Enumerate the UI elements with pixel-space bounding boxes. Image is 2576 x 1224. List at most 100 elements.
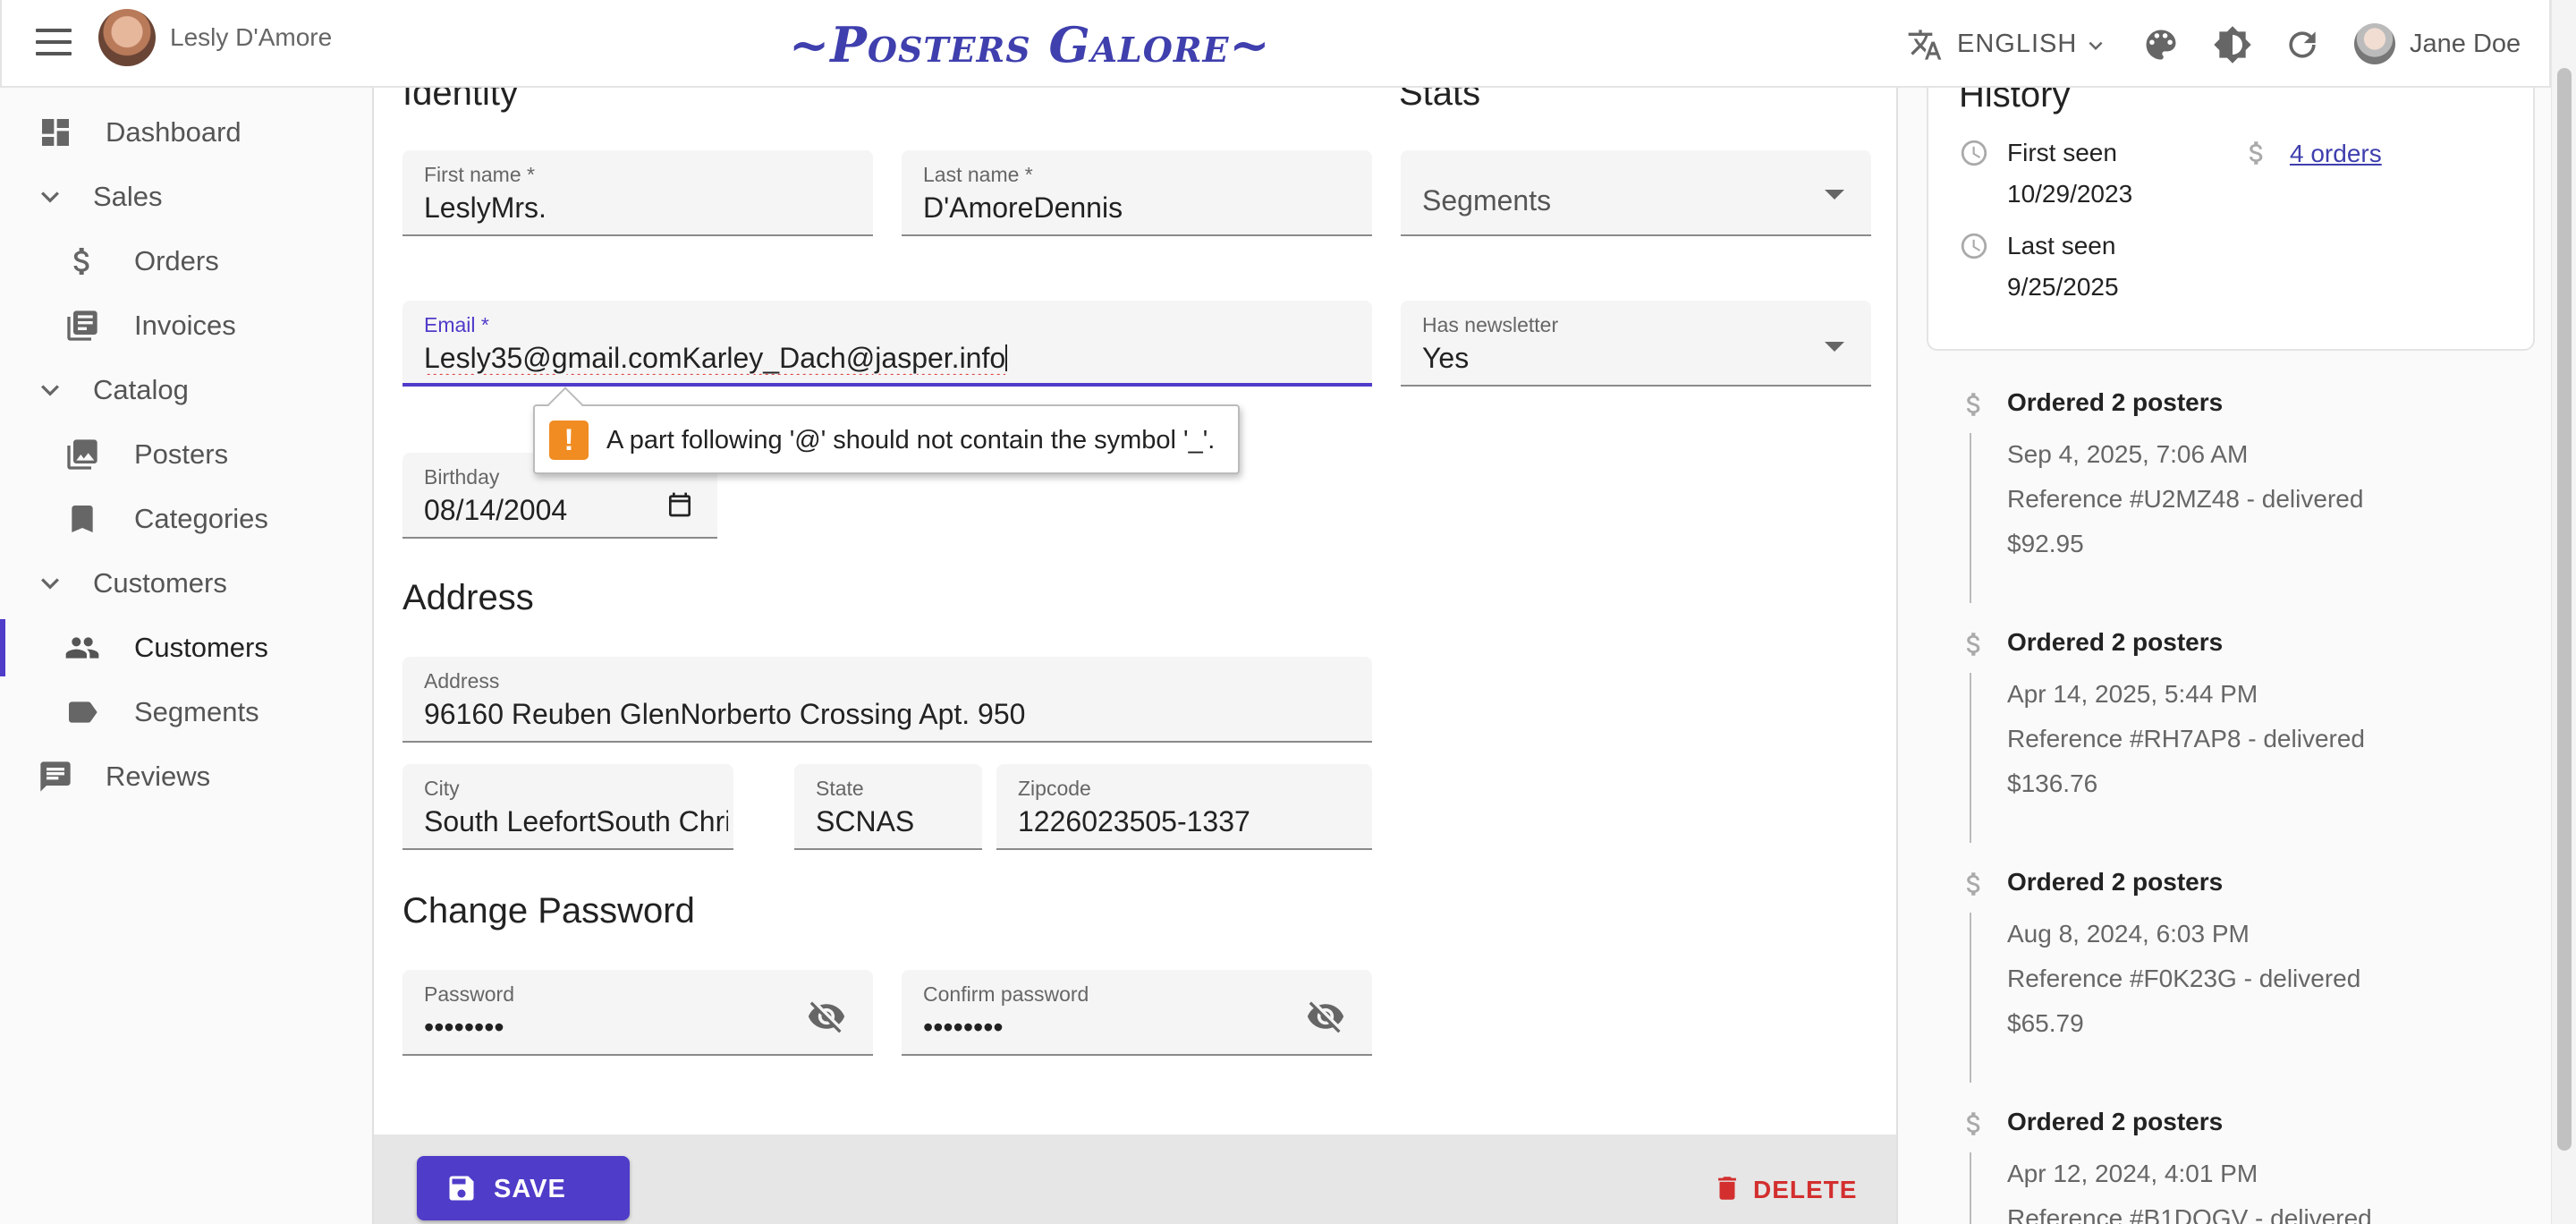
dropdown-arrow-icon[interactable] (1825, 342, 1844, 352)
menu-icon[interactable] (36, 29, 72, 57)
email-label: Email * (424, 313, 489, 336)
zipcode-value[interactable]: 1226023505-1337 (1018, 805, 1250, 838)
password-field[interactable]: Password •••••••• (402, 970, 873, 1056)
event-reference[interactable]: Reference #U2MZ48 - delivered (2007, 485, 2363, 514)
event-title: Ordered 2 posters (2007, 628, 2224, 656)
email-field[interactable]: Email * Lesly35@gmail.comKarley_Dach@jas… (402, 301, 1372, 387)
customer-avatar (98, 9, 156, 66)
newsletter-value: Yes (1422, 342, 1470, 374)
sidebar-item-label: Invoices (134, 310, 236, 341)
dollar-icon (73, 248, 89, 275)
sidebar-group-customers[interactable]: Customers (0, 551, 372, 616)
first-name-value[interactable]: LeslyMrs. (424, 191, 547, 225)
event-date: Apr 12, 2024, 4:01 PM (2007, 1160, 2258, 1187)
event-reference[interactable]: Reference #RH7AP8 - delivered (2007, 725, 2365, 753)
chevron-down-icon (41, 385, 59, 396)
clock-icon (1961, 233, 1987, 259)
password-label: Password (424, 982, 514, 1006)
password-value[interactable]: •••••••• (424, 1011, 504, 1044)
scrollbar-thumb[interactable] (2557, 68, 2572, 1151)
dollar-icon (1966, 1112, 1980, 1135)
bookmark-icon (72, 506, 93, 532)
confirm-password-value[interactable]: •••••••• (923, 1011, 1004, 1044)
state-label: State (816, 777, 864, 800)
event-reference[interactable]: Reference #F0K23G - delivered (2007, 965, 2360, 993)
event-title: Ordered 2 posters (2007, 1108, 2224, 1135)
visibility-off-icon[interactable] (1306, 997, 1345, 1036)
event-date: Aug 8, 2024, 6:03 PM (2007, 920, 2250, 948)
sidebar-item-reviews[interactable]: Reviews (0, 744, 372, 809)
visibility-off-icon[interactable] (807, 997, 846, 1036)
event-reference[interactable]: Reference #B1DQGV - delivered (2007, 1204, 2372, 1224)
newsletter-select[interactable]: Has newsletter Yes (1401, 301, 1871, 387)
chevron-down-icon (41, 578, 59, 590)
dashboard-icon (42, 119, 69, 146)
sidebar-item-label: Sales (93, 181, 163, 212)
user-name[interactable]: Jane Doe (2410, 30, 2521, 59)
timeline-connector (1970, 913, 1971, 1083)
sidebar-item-segments[interactable]: Segments (0, 680, 372, 744)
user-avatar[interactable] (2354, 23, 2395, 64)
last-name-field[interactable]: Last name * D'AmoreDennis (902, 150, 1372, 236)
sidebar-item-label: Reviews (106, 761, 211, 792)
newsletter-label: Has newsletter (1422, 313, 1559, 336)
page-scrollbar[interactable] (2551, 0, 2576, 1224)
palette-icon[interactable] (2141, 25, 2181, 64)
confirm-password-label: Confirm password (923, 982, 1089, 1006)
timeline-connector (1970, 1152, 1971, 1224)
sidebar-item-invoices[interactable]: Invoices (0, 293, 372, 358)
sidebar-group-catalog[interactable]: Catalog (0, 358, 372, 422)
city-value[interactable]: South LeefortSouth Christ (424, 805, 728, 838)
brand-title: ~Posters Galore~ (789, 16, 1271, 73)
sidebar-item-orders[interactable]: Orders (0, 229, 372, 293)
state-value[interactable]: SCNAS (816, 805, 914, 838)
chevron-down-icon[interactable] (2082, 32, 2109, 59)
clock-icon (1961, 140, 1987, 166)
dollar-icon (1966, 872, 1980, 896)
first-name-label: First name * (424, 163, 535, 186)
zipcode-label: Zipcode (1018, 777, 1091, 800)
history-event: Ordered 2 posters Aug 8, 2024, 6:03 PM R… (1959, 866, 2531, 1093)
brightness-icon[interactable] (2213, 25, 2252, 64)
event-amount: $136.76 (2007, 769, 2098, 797)
save-label: SAVE (494, 1175, 566, 1203)
event-date: Sep 4, 2025, 7:06 AM (2007, 440, 2249, 468)
state-field[interactable]: State SCNAS (794, 764, 982, 850)
save-button[interactable]: SAVE (417, 1156, 630, 1220)
sidebar-item-categories[interactable]: Categories (0, 487, 372, 551)
refresh-icon[interactable] (2283, 25, 2322, 64)
sidebar-item-customers[interactable]: Customers (0, 616, 372, 680)
event-amount: $65.79 (2007, 1009, 2084, 1037)
delete-label: DELETE (1753, 1176, 1858, 1203)
calendar-icon[interactable] (665, 490, 694, 519)
delete-button[interactable]: DELETE (1712, 1170, 1873, 1215)
birthday-label: Birthday (424, 465, 500, 489)
orders-link[interactable]: 4 orders (2290, 140, 2382, 168)
first-name-field[interactable]: First name * LeslyMrs. (402, 150, 873, 236)
sidebar-group-sales[interactable]: Sales (0, 165, 372, 229)
language-selector[interactable]: ENGLISH (1957, 30, 2077, 59)
birthday-value[interactable]: 08/14/2004 (424, 494, 567, 527)
sidebar-item-label: Dashboard (106, 116, 242, 148)
last-name-value[interactable]: D'AmoreDennis (923, 191, 1123, 225)
city-field[interactable]: City South LeefortSouth Christ (402, 764, 733, 850)
people-icon (65, 637, 99, 659)
text-caret (1005, 344, 1008, 371)
email-value[interactable]: Lesly35@gmail.comKarley_Dach@jasper.info (424, 342, 1008, 375)
save-icon (449, 1176, 474, 1201)
sidebar-item-posters[interactable]: Posters (0, 422, 372, 487)
sidebar-item-dashboard[interactable]: Dashboard (0, 100, 372, 165)
timeline-connector (1970, 433, 1971, 603)
address-value[interactable]: 96160 Reuben GlenNorberto Crossing Apt. … (424, 698, 1025, 731)
zipcode-field[interactable]: Zipcode 1226023505-1337 (996, 764, 1372, 850)
confirm-password-field[interactable]: Confirm password •••••••• (902, 970, 1372, 1056)
translate-icon[interactable] (1907, 27, 1943, 63)
segments-select[interactable]: Segments (1401, 150, 1871, 236)
dollar-icon (2249, 141, 2263, 165)
dropdown-arrow-icon[interactable] (1825, 190, 1844, 200)
chevron-down-icon (41, 191, 59, 203)
segments-placeholder: Segments (1422, 184, 1552, 217)
address-field[interactable]: Address 96160 Reuben GlenNorberto Crossi… (402, 657, 1372, 743)
first-seen: First seen 10/29/2023 (2007, 139, 2133, 208)
invoice-icon (67, 310, 97, 341)
